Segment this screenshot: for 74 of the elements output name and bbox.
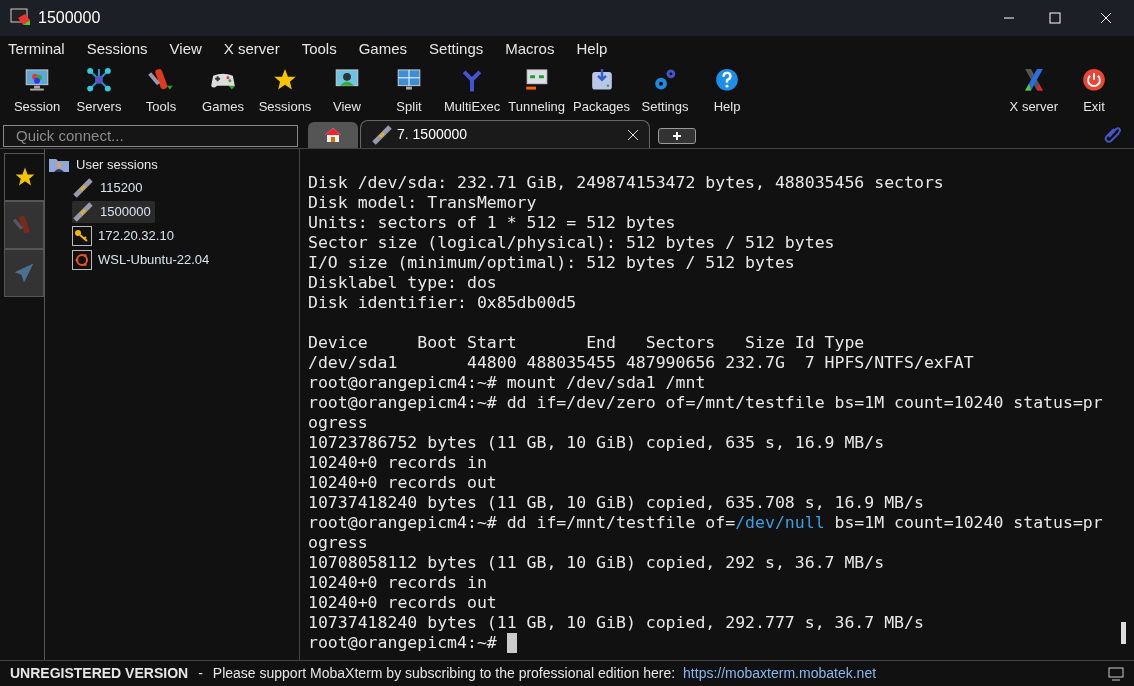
terminal-line: 10737418240 bytes (11 GB, 10 GiB) copied, 635.708 s, 16.9 MB/s	[308, 493, 925, 513]
menu-item[interactable]: Tools	[301, 37, 359, 61]
toolbar-button[interactable]: View	[316, 62, 378, 116]
session-item[interactable]: 115200	[72, 177, 147, 199]
power-icon	[1080, 66, 1108, 94]
status-separator: -	[198, 664, 203, 683]
toolbar-button[interactable]: Packages	[569, 62, 635, 116]
session-item[interactable]: 172.20.32.10	[72, 225, 178, 247]
toolbar-button[interactable]: Tunneling	[504, 62, 569, 116]
sidebar-tab[interactable]	[4, 153, 44, 201]
terminal-line: 10708058112 bytes (11 GB, 10 GiB) copied, 292 s, 36.7 MB/s	[308, 553, 886, 573]
terminal-line: I/O size (minimum/optimal): 512 bytes / 512 bytes	[308, 253, 796, 273]
toolbar-button[interactable]: Servers	[68, 62, 130, 116]
menu-item[interactable]: Sessions	[86, 37, 170, 61]
network-icon	[85, 66, 113, 94]
terminal-line: 10240+0 records out	[308, 473, 498, 493]
quick-connect-field[interactable]: Quick connect...	[3, 125, 298, 147]
terminal-line: Disk /dev/sda: 232.71 GiB, 249874153472 bytes, 488035456 sectors	[308, 173, 945, 193]
terminal-line: Disk identifier: 0x85db00d5	[308, 293, 578, 313]
terminal-line: Sector size (logical/physical): 512 bytes / 512 bytes	[308, 233, 836, 253]
menu-item[interactable]: Macros	[505, 37, 577, 61]
terminal-line: root@orangepicm4:~# dd if=/mnt/testfile of=/dev/null bs=1M count=10240 status=pr	[308, 513, 1104, 533]
menu-item[interactable]: X server	[223, 37, 302, 61]
terminal-line: root@orangepicm4:~# dd if=/dev/zero of=/mnt/testfile bs=1M count=10240 status=pr	[308, 393, 1104, 413]
menu-item[interactable]: Terminal	[8, 37, 87, 61]
session-item[interactable]: 1500000	[72, 201, 155, 223]
terminal-line: 10240+0 records in	[308, 453, 488, 473]
toolbar-button[interactable]: Session	[6, 62, 68, 116]
website-link[interactable]: https://mobaxterm.mobatek.net	[683, 663, 877, 684]
terminal-line: Disklabel type: dos	[308, 273, 498, 293]
toolbar-button[interactable]: Tools	[130, 62, 192, 116]
ubuntu-icon	[72, 250, 92, 270]
toolbar-button[interactable]: Help	[696, 62, 759, 116]
home-tab[interactable]	[308, 122, 358, 148]
terminal-line: 10737418240 bytes (11 GB, 10 GiB) copied, 292.777 s, 36.7 MB/s	[308, 613, 925, 633]
plus-icon	[673, 132, 681, 140]
menu-item[interactable]: Settings	[429, 37, 506, 61]
terminal-line: 10240+0 records in	[308, 573, 488, 593]
toolbar-button[interactable]: Sessions	[254, 62, 316, 116]
home-icon	[324, 127, 342, 143]
menu-item[interactable]: View	[169, 37, 224, 61]
scrollbar-thumb[interactable]	[1121, 622, 1126, 644]
toolbar-button[interactable]: Exit	[1064, 62, 1124, 116]
menu-item[interactable]: Games	[358, 37, 430, 61]
toolbar-button[interactable]: Games	[192, 62, 254, 116]
terminal-line: 10240+0 records out	[308, 593, 498, 613]
terminal-line: ogress	[308, 533, 369, 553]
toolbar-button[interactable]: Split	[378, 62, 440, 116]
terminal-line: /dev/sda1 44800 488035455 487990656 232.7G 7 HPFS/NTFS/exFAT	[308, 353, 975, 373]
monitor-icon	[23, 66, 51, 94]
close-icon[interactable]	[627, 128, 639, 141]
status-message: Please support MobaXterm by subscribing to the professional edition here:	[212, 664, 676, 683]
toolbar-button[interactable]: MultiExec	[440, 62, 505, 116]
session-item[interactable]: WSL-Ubuntu-22.04	[72, 249, 214, 271]
monitor-icon[interactable]	[1108, 666, 1124, 681]
terminal-line: root@orangepicm4:~#	[308, 633, 1134, 653]
new-tab-button[interactable]	[658, 128, 696, 144]
toolbar-button[interactable]: Settings	[634, 62, 697, 116]
terminal-line: ogress	[308, 413, 369, 433]
toolbar-button[interactable]: X server	[1003, 62, 1064, 116]
terminal-line: Units: sectors of 1 * 512 = 512 bytes	[308, 213, 677, 233]
paperclip-icon[interactable]	[1104, 125, 1122, 143]
terminal-line: 10723786752 bytes (11 GB, 10 GiB) copied, 635 s, 16.9 MB/s	[308, 433, 886, 453]
menu-item[interactable]: Help	[576, 37, 630, 61]
session-tab[interactable]: 7. 1500000	[360, 120, 650, 148]
terminal-line: Disk model: TransMemory	[308, 193, 538, 213]
terminal-line: Device Boot Start End Sectors Size Id Type	[308, 333, 866, 353]
terminal-line: root@orangepicm4:~# mount /dev/sda1 /mnt	[308, 373, 707, 393]
user-folder-icon	[48, 157, 70, 173]
window-title: 1500000	[38, 8, 101, 28]
app-logo-icon	[10, 8, 32, 28]
status-title: UNREGISTERED VERSION	[10, 664, 189, 683]
key-icon	[72, 226, 92, 246]
tree-folder-label[interactable]: User sessions	[76, 155, 158, 175]
